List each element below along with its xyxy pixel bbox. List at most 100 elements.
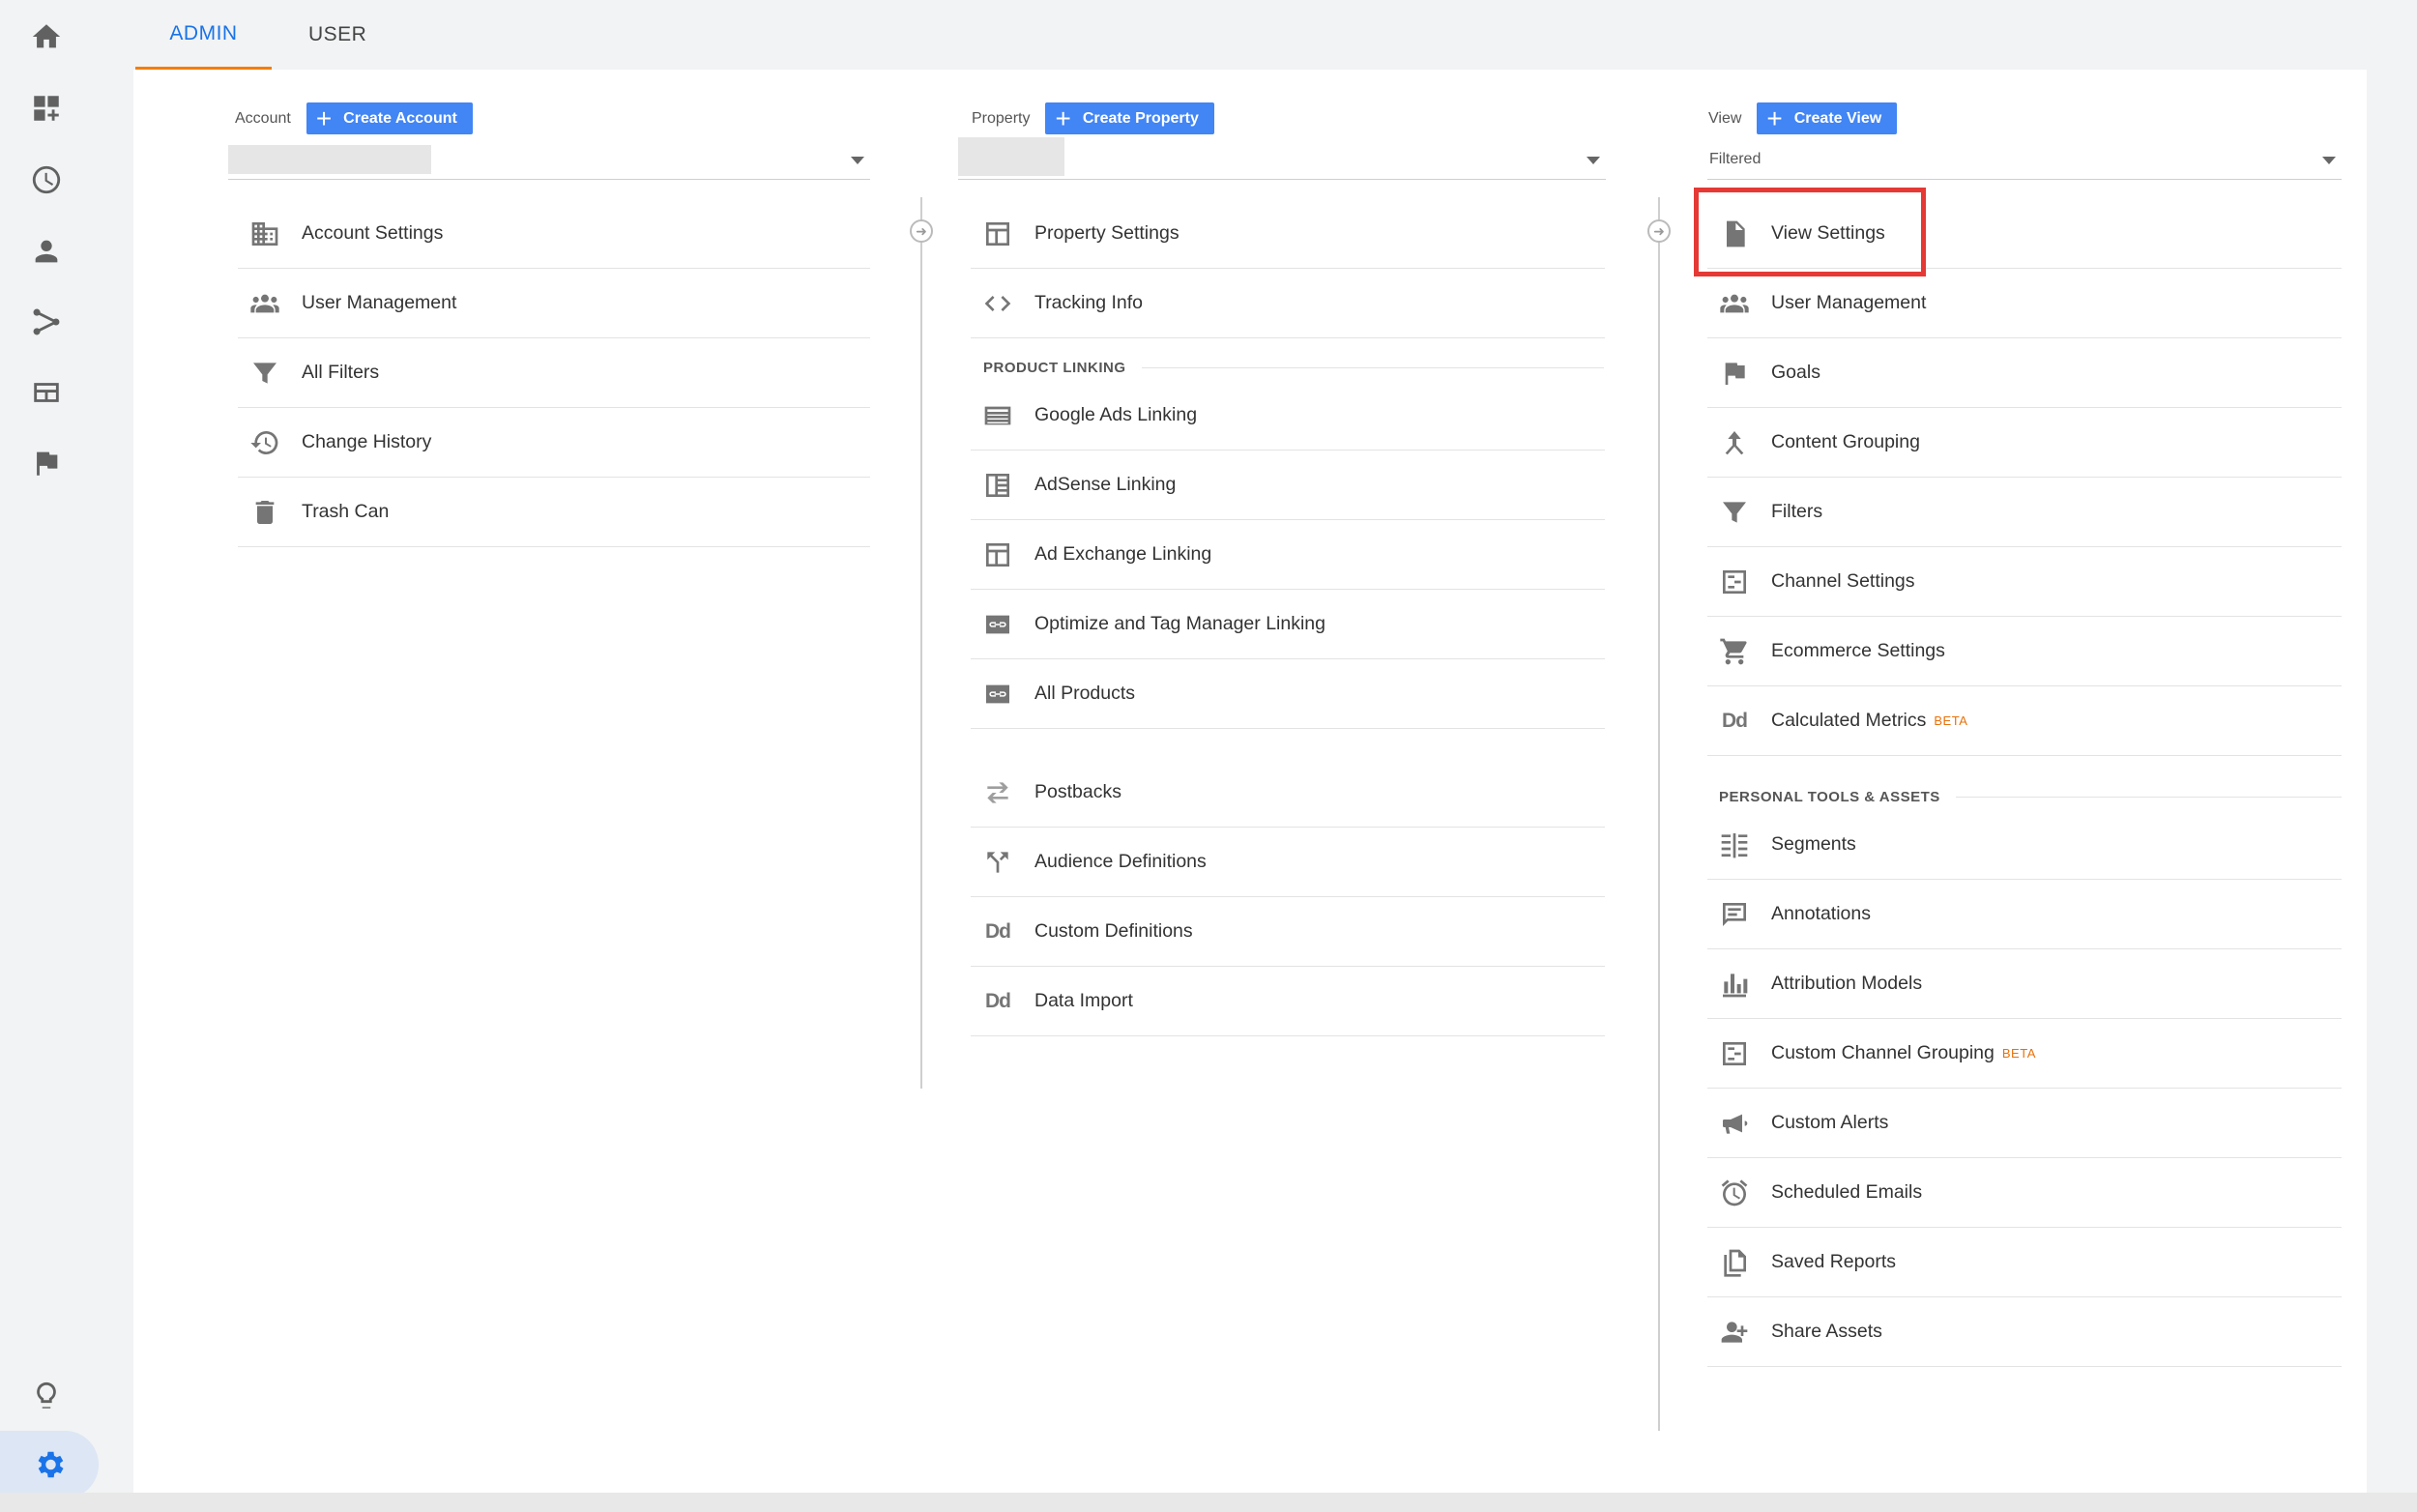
menu-item-label: Filters: [1771, 501, 1823, 522]
menu-item-custom-channel-grouping[interactable]: Custom Channel Grouping BETA: [1707, 1019, 2342, 1089]
menu-item-filters[interactable]: Filters: [1707, 478, 2342, 547]
trash-icon: [248, 495, 282, 530]
admin-settings-button[interactable]: [0, 1431, 99, 1498]
menu-item-label: All Filters: [302, 362, 380, 383]
beta-badge: BETA: [1934, 713, 1968, 728]
dashboard-icon[interactable]: [27, 89, 66, 128]
property-selector[interactable]: [958, 137, 1606, 180]
channel-icon: [1717, 565, 1752, 599]
menu-item-label: Change History: [302, 431, 432, 452]
create-view-label: Create View: [1793, 109, 1882, 127]
building-icon: [248, 217, 282, 251]
view-selector[interactable]: Filtered: [1707, 141, 2342, 180]
tab-admin[interactable]: ADMIN: [135, 0, 272, 70]
code-icon: [980, 286, 1015, 321]
menu-item-google-ads-linking[interactable]: Google Ads Linking: [971, 381, 1605, 451]
menu-item-all-filters[interactable]: All Filters: [238, 338, 870, 408]
comment-icon: [1717, 897, 1752, 932]
tab-user[interactable]: USER: [272, 0, 366, 70]
admin-user-tabs: ADMIN USER: [135, 0, 366, 70]
menu-item-label: Custom Definitions: [1034, 920, 1193, 942]
bottom-strip: [0, 1493, 2417, 1512]
dd-glyph: Dd: [985, 919, 1011, 943]
menu-item-share-assets[interactable]: Share Assets: [1707, 1297, 2342, 1367]
menu-item-label: Channel Settings: [1771, 570, 1915, 592]
menu-item-annotations[interactable]: Annotations: [1707, 880, 2342, 949]
menu-item-label: Postbacks: [1034, 781, 1121, 802]
bar-chart-icon: [1717, 967, 1752, 1002]
menu-item-property-settings[interactable]: Property Settings: [971, 199, 1605, 269]
filter-icon: [248, 356, 282, 391]
clock-icon[interactable]: [27, 160, 66, 199]
highlight-box: [1694, 188, 1926, 276]
person-icon[interactable]: [27, 232, 66, 271]
property-header: Property + Create Property: [972, 102, 1214, 134]
behavior-icon[interactable]: [27, 373, 66, 412]
create-account-button[interactable]: + Create Account: [306, 102, 473, 134]
menu-item-label: Share Assets: [1771, 1321, 1882, 1342]
menu-item-all-products[interactable]: All Products: [971, 659, 1605, 729]
history-icon: [248, 425, 282, 460]
menu-item-user-management[interactable]: User Management: [238, 269, 870, 338]
menu-item-label: Property Settings: [1034, 222, 1179, 244]
create-property-label: Create Property: [1082, 109, 1199, 127]
menu-item-custom-definitions[interactable]: Dd Custom Definitions: [971, 897, 1605, 967]
menu-item-label: Scheduled Emails: [1771, 1181, 1923, 1203]
account-name-redacted: [228, 145, 431, 174]
section-rule: [1955, 797, 2342, 798]
menu-item-goals[interactable]: Goals: [1707, 338, 2342, 408]
menu-item-content-grouping[interactable]: Content Grouping: [1707, 408, 2342, 478]
arrow-right-icon: ➜: [910, 219, 933, 243]
menu-item-change-history[interactable]: Change History: [238, 408, 870, 478]
menu-item-attribution-models[interactable]: Attribution Models: [1707, 949, 2342, 1019]
menu-item-optimize-tag-manager-linking[interactable]: Optimize and Tag Manager Linking: [971, 590, 1605, 659]
admin-panel: Account + Create Account Account Setting…: [133, 70, 2367, 1493]
menu-item-scheduled-emails[interactable]: Scheduled Emails: [1707, 1158, 2342, 1228]
menu-item-saved-reports[interactable]: Saved Reports: [1707, 1228, 2342, 1297]
menu-item-adsense-linking[interactable]: AdSense Linking: [971, 451, 1605, 520]
account-label: Account: [235, 109, 291, 127]
megaphone-icon: [1717, 1106, 1752, 1141]
menu-item-channel-settings[interactable]: Channel Settings: [1707, 547, 2342, 617]
menu-item-segments[interactable]: Segments: [1707, 810, 2342, 880]
menu-item-label: Account Settings: [302, 222, 444, 244]
plus-icon: +: [1766, 102, 1783, 133]
menu-item-label: Goals: [1771, 362, 1820, 383]
menu-item-label: Custom Channel Grouping: [1771, 1042, 1995, 1063]
flag-icon[interactable]: [27, 444, 66, 482]
ads-icon: [980, 398, 1015, 433]
menu-item-account-settings[interactable]: Account Settings: [238, 199, 870, 269]
people-icon: [248, 286, 282, 321]
view-header: View + Create View: [1708, 102, 1898, 134]
menu-item-ad-exchange-linking[interactable]: Ad Exchange Linking: [971, 520, 1605, 590]
arrow-right-icon: ➜: [1647, 219, 1671, 243]
home-icon[interactable]: [27, 17, 66, 56]
window-icon: [980, 538, 1015, 572]
menu-item-tracking-info[interactable]: Tracking Info: [971, 269, 1605, 338]
plus-icon: +: [1055, 102, 1071, 133]
menu-item-ecommerce-settings[interactable]: Ecommerce Settings: [1707, 617, 2342, 686]
section-header-product-linking: PRODUCT LINKING: [983, 360, 1604, 376]
acquisition-icon[interactable]: [27, 303, 66, 341]
section-label: PRODUCT LINKING: [983, 360, 1126, 376]
menu-item-user-management[interactable]: User Management: [1707, 269, 2342, 338]
menu-item-calculated-metrics[interactable]: Dd Calculated Metrics BETA: [1707, 686, 2342, 756]
menu-item-custom-alerts[interactable]: Custom Alerts: [1707, 1089, 2342, 1158]
create-property-button[interactable]: + Create Property: [1045, 102, 1214, 134]
menu-item-label: Trash Can: [302, 501, 390, 522]
chevron-down-icon: [851, 157, 864, 164]
menu-item-trash-can[interactable]: Trash Can: [238, 478, 870, 547]
menu-item-data-import[interactable]: Dd Data Import: [971, 967, 1605, 1036]
menu-item-postbacks[interactable]: Postbacks: [971, 758, 1605, 828]
menu-item-label: Content Grouping: [1771, 431, 1920, 452]
menu-item-audience-definitions[interactable]: Audience Definitions: [971, 828, 1605, 897]
column-divider: [1658, 197, 1660, 1431]
lightbulb-icon[interactable]: [27, 1377, 66, 1415]
property-name-redacted: [958, 137, 1064, 176]
dd-icon: Dd: [1717, 704, 1752, 739]
account-selector[interactable]: [228, 141, 870, 180]
create-view-button[interactable]: + Create View: [1757, 102, 1898, 134]
menu-item-label: Saved Reports: [1771, 1251, 1896, 1272]
menu-item-label: Annotations: [1771, 903, 1871, 924]
channel-icon: [1717, 1036, 1752, 1071]
